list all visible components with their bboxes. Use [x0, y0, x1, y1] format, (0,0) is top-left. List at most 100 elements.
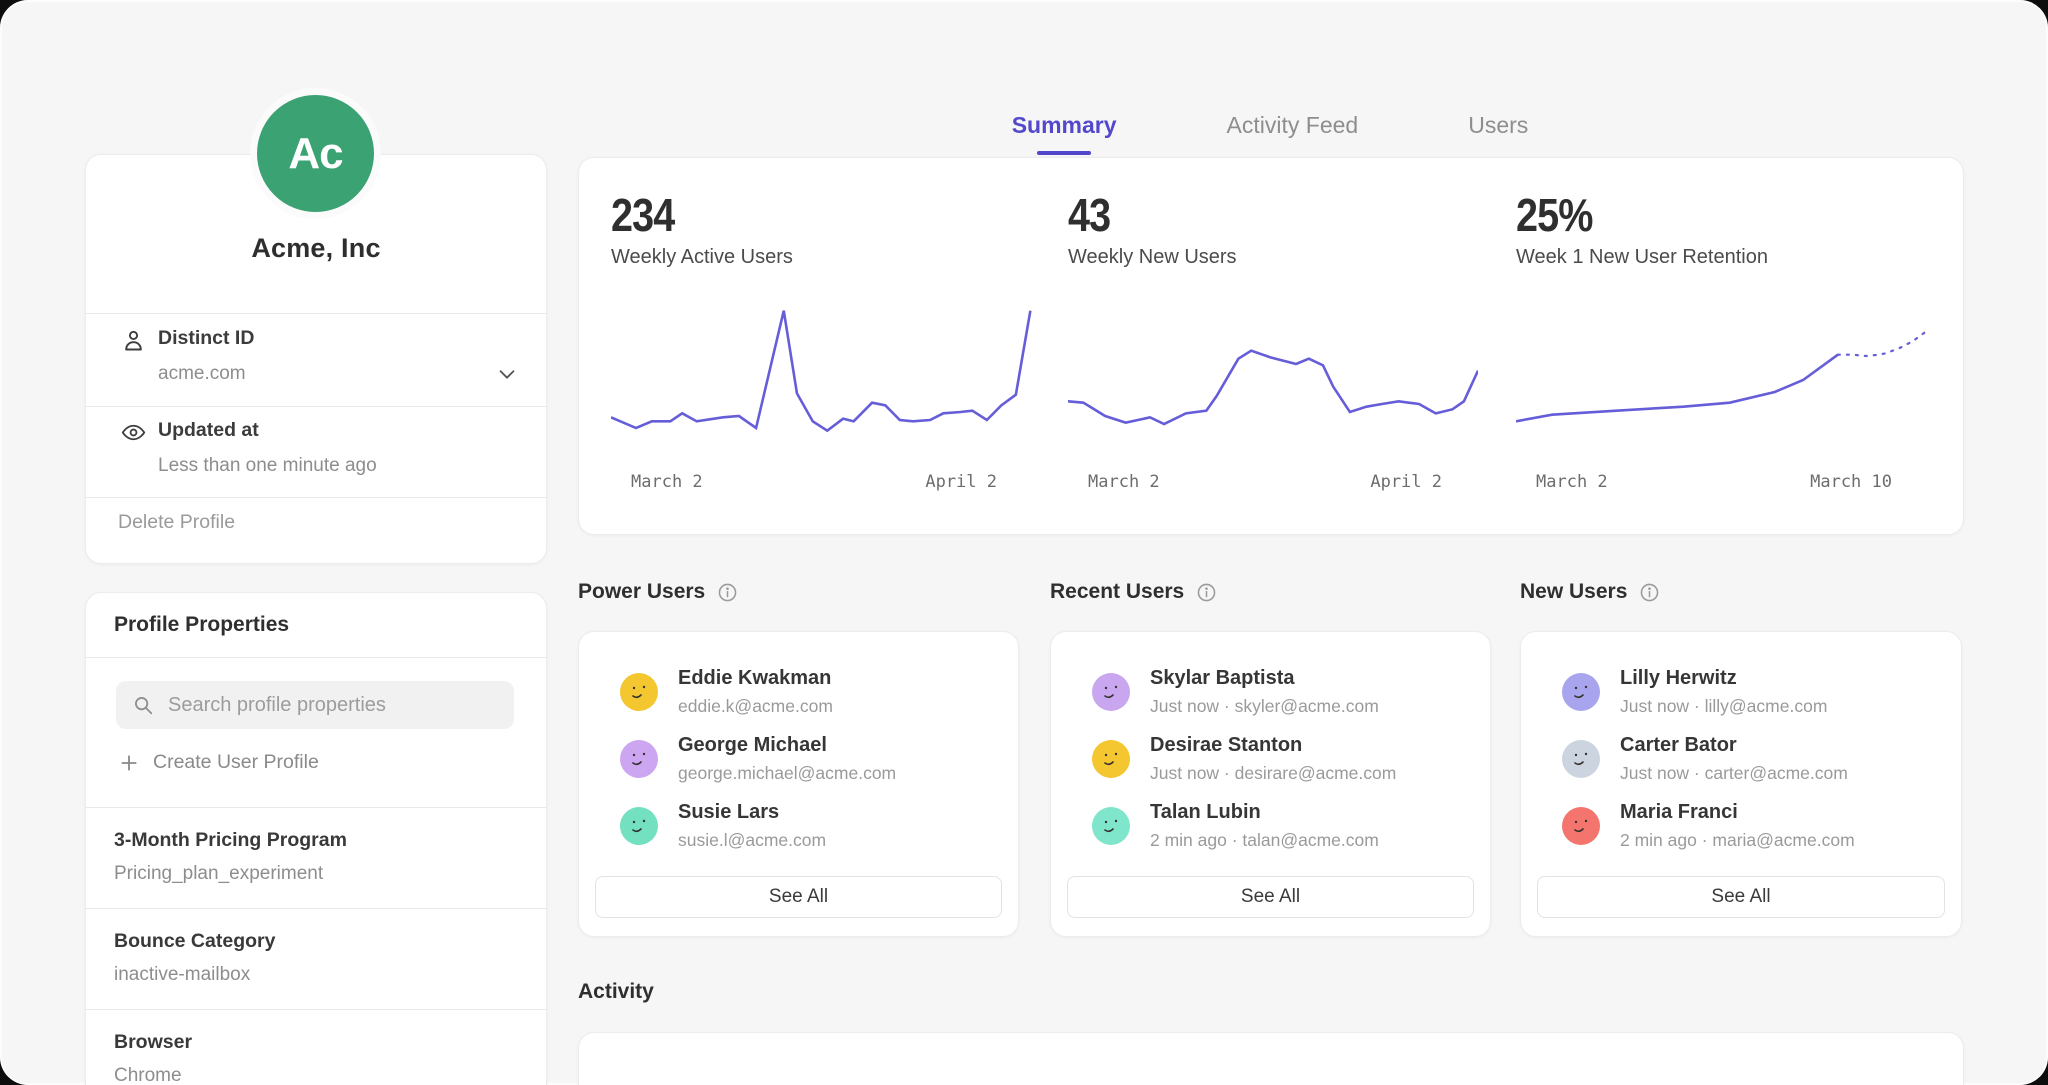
user-name: Susie Lars: [678, 801, 826, 824]
info-icon[interactable]: [1639, 582, 1660, 603]
activity-stat: 3.4k: [1516, 1077, 1602, 1085]
tab-users[interactable]: Users: [1468, 112, 1528, 155]
user-avatar: [1092, 673, 1130, 711]
user-row[interactable]: Lilly Herwitz Just now · lilly@acme.com: [1521, 658, 1961, 725]
power-users-card: Eddie Kwakmaneddie.k@acme.com George Mic…: [578, 631, 1019, 937]
power-users-header: Power Users: [578, 580, 738, 604]
user-avatar: [1092, 740, 1130, 778]
info-icon[interactable]: [1196, 582, 1217, 603]
user-avatar: [1562, 740, 1600, 778]
see-all-button[interactable]: See All: [595, 876, 1002, 918]
info-icon[interactable]: [717, 582, 738, 603]
field-label: Updated at: [158, 419, 259, 442]
user-name: Lilly Herwitz: [1620, 667, 1827, 690]
property-value: Pricing_plan_experiment: [114, 863, 518, 885]
create-user-profile-button[interactable]: Create User Profile: [119, 751, 319, 774]
activity-stat: 234: [611, 1077, 685, 1085]
user-row[interactable]: Maria Franci2 min ago · maria@acme.com: [1521, 792, 1961, 859]
stat-label: Weekly Active Users: [611, 246, 793, 269]
delete-profile-button[interactable]: Delete Profile: [118, 511, 235, 534]
user-row[interactable]: Susie Lars susie.l@acme.com: [579, 792, 1018, 859]
stat-label: Weekly New Users: [1068, 246, 1237, 269]
property-row[interactable]: Browser Chrome: [86, 1009, 546, 1085]
user-row[interactable]: Skylar BaptistaJust now · skyler@acme.co…: [1051, 658, 1490, 725]
user-row[interactable]: Eddie Kwakmaneddie.k@acme.com: [579, 658, 1018, 725]
weekly-new-users-stat: 43 Weekly New Users March 2 April 2: [1068, 158, 1478, 534]
recent-users-card: Skylar BaptistaJust now · skyler@acme.co…: [1050, 631, 1491, 937]
property-name: Bounce Category: [114, 930, 518, 953]
x-tick: March 2: [1088, 472, 1160, 492]
profile-properties-card: Profile Properties Create User Profile 3…: [85, 592, 547, 1085]
user-row[interactable]: Talan Lubin2 min ago · talan@acme.com: [1051, 792, 1490, 859]
user-avatar: [620, 807, 658, 845]
x-axis-labels: March 2 March 10: [1536, 472, 1892, 492]
user-name: Talan Lubin: [1150, 801, 1379, 824]
weekly-new-users-chart: [1068, 304, 1478, 464]
user-name: George Michael: [678, 734, 896, 757]
field-value: acme.com: [158, 363, 246, 385]
see-all-button[interactable]: See All: [1537, 876, 1945, 918]
user-row[interactable]: Desirae Stanton Just now · desirare@acme.…: [1051, 725, 1490, 792]
recent-users-header: Recent Users: [1050, 580, 1217, 604]
x-tick: March 10: [1810, 472, 1892, 492]
property-value: Chrome: [114, 1065, 518, 1085]
user-meta: Just now · lilly@acme.com: [1620, 696, 1827, 717]
search-input[interactable]: [166, 693, 490, 718]
user-meta: Just now · desirare@acme.com: [1150, 763, 1396, 784]
profile-properties-title: Profile Properties: [114, 613, 289, 637]
retention-stat: 25% Week 1 New User Retention March 2 Ma…: [1516, 158, 1928, 534]
divider: [86, 497, 546, 498]
activity-stat: 940: [1068, 1077, 1142, 1085]
user-name: Desirae Stanton: [1150, 734, 1396, 757]
list-title: Power Users: [578, 580, 705, 604]
x-axis-labels: March 2 April 2: [631, 472, 997, 492]
list-title: Recent Users: [1050, 580, 1184, 604]
property-row[interactable]: Bounce Category inactive-mailbox: [86, 908, 546, 1009]
tab-summary[interactable]: Summary: [1012, 112, 1117, 155]
user-row[interactable]: George Michael george.michael@acme.com: [579, 725, 1018, 792]
user-name: Carter Bator: [1620, 734, 1848, 757]
create-user-profile-label: Create User Profile: [153, 751, 319, 774]
user-name: Skylar Baptista: [1150, 667, 1379, 690]
user-name: Eddie Kwakman: [678, 667, 833, 690]
user-name: Maria Franci: [1620, 801, 1855, 824]
tab-activity-feed[interactable]: Activity Feed: [1227, 112, 1359, 155]
chevron-down-icon[interactable]: [496, 363, 518, 385]
divider: [86, 657, 546, 658]
property-value: inactive-mailbox: [114, 964, 518, 986]
user-meta: Just now · carter@acme.com: [1620, 763, 1848, 784]
x-tick: March 2: [1536, 472, 1608, 492]
new-users-card: Lilly Herwitz Just now · lilly@acme.com C…: [1520, 631, 1962, 937]
search-profile-properties[interactable]: [116, 681, 514, 729]
new-users-header: New Users: [1520, 580, 1660, 604]
stat-value: 43: [1068, 188, 1117, 242]
user-avatar: [620, 673, 658, 711]
summary-card: 234 Weekly Active Users March 2 April 2 …: [578, 157, 1964, 535]
property-list: 3-Month Pricing Program Pricing_plan_exp…: [86, 807, 546, 1085]
app-window: Ac Acme, Inc Distinct ID acme.com Update…: [0, 0, 2048, 1085]
plus-icon: [119, 753, 139, 773]
x-tick: April 2: [925, 472, 997, 492]
field-value: Less than one minute ago: [158, 455, 377, 477]
user-meta: susie.l@acme.com: [678, 830, 826, 851]
x-axis-labels: March 2 April 2: [1088, 472, 1442, 492]
x-tick: March 2: [631, 472, 703, 492]
search-icon: [132, 694, 154, 716]
see-all-button[interactable]: See All: [1067, 876, 1474, 918]
property-name: Browser: [114, 1031, 518, 1054]
user-avatar: [1562, 673, 1600, 711]
weekly-active-users-chart: [611, 304, 1033, 464]
user-meta: george.michael@acme.com: [678, 763, 896, 784]
activity-title: Activity: [578, 980, 654, 1004]
stat-value: 25%: [1516, 188, 1605, 242]
distinct-id-row[interactable]: Distinct ID acme.com: [86, 313, 546, 406]
field-label: Distinct ID: [158, 327, 254, 350]
list-title: New Users: [1520, 580, 1627, 604]
user-row[interactable]: Carter Bator Just now · carter@acme.com: [1521, 725, 1961, 792]
activity-card: 234 940 3.4k: [578, 1032, 1964, 1085]
stat-label: Week 1 New User Retention: [1516, 246, 1768, 269]
user-avatar: [1562, 807, 1600, 845]
user-avatar: [1092, 807, 1130, 845]
property-row[interactable]: 3-Month Pricing Program Pricing_plan_exp…: [86, 807, 546, 908]
company-avatar: Ac: [250, 88, 381, 219]
